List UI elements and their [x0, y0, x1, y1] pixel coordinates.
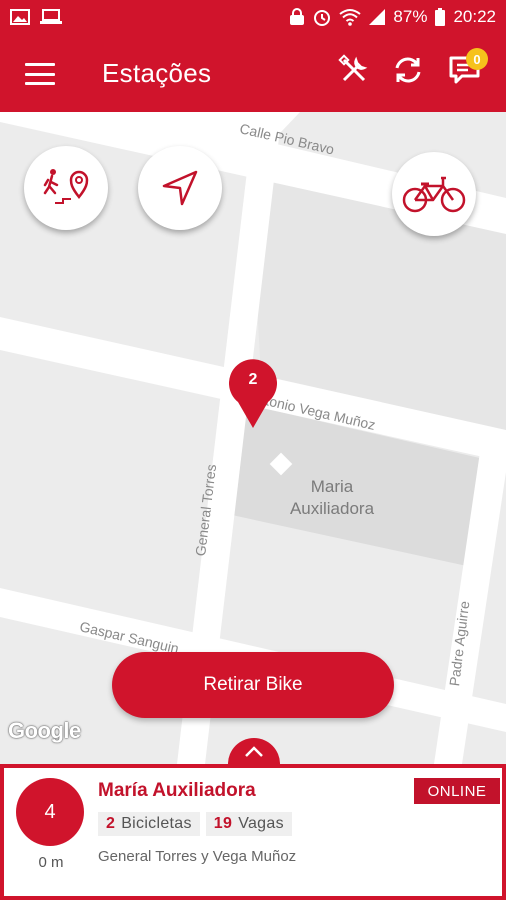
- map-pin-icon: [229, 359, 277, 428]
- notification-badge: 0: [466, 48, 488, 70]
- bikes-label: Bicicletas: [121, 815, 192, 832]
- gallery-icon: [10, 9, 30, 25]
- poi-label: Maria Auxiliadora: [289, 477, 375, 518]
- refresh-icon[interactable]: [390, 52, 426, 88]
- station-marker[interactable]: 2: [229, 358, 277, 428]
- slots-count: 19: [213, 815, 233, 832]
- bikes-circle: 4: [16, 778, 84, 846]
- marker-count: 2: [248, 371, 258, 388]
- lock-icon: [290, 8, 305, 25]
- status-badge: ONLINE: [414, 778, 500, 804]
- bikes-count: 2: [106, 815, 116, 832]
- app-bar: Estações 0: [0, 34, 506, 112]
- page-title: Estações: [102, 58, 212, 88]
- wifi-icon: [339, 9, 362, 26]
- bikes-stat: 2 Bicicletas: [98, 812, 200, 836]
- alarm-icon: [314, 10, 331, 26]
- menu-icon[interactable]: [25, 63, 55, 85]
- chevron-up-icon: [245, 746, 263, 757]
- slots-label: Vagas: [238, 815, 284, 832]
- battery-icon: [435, 8, 446, 26]
- status-bar: 87% 20:22: [0, 0, 506, 34]
- laptop-icon: [40, 9, 62, 24]
- bicycle-icon: [402, 176, 466, 213]
- tools-icon[interactable]: [336, 52, 372, 88]
- bike-button[interactable]: [392, 152, 476, 236]
- walk-to-location-icon: [43, 169, 89, 204]
- my-location-button[interactable]: [138, 146, 222, 230]
- station-address: General Torres y Vega Muñoz: [98, 848, 297, 865]
- messages-icon[interactable]: 0: [448, 48, 488, 88]
- station-stats: 2 Bicicletas 19 Vagas: [98, 812, 292, 836]
- retirar-bike-button[interactable]: Retirar Bike: [112, 652, 394, 718]
- station-card[interactable]: 4 0 m María Auxiliadora ONLINE 2 Biciclet…: [0, 764, 506, 900]
- station-distance: 0 m: [38, 854, 64, 871]
- walk-route-button[interactable]: [24, 146, 108, 230]
- signal-icon: [369, 9, 386, 25]
- clock-time: 20:22: [453, 7, 496, 26]
- google-logo: Google: [8, 718, 81, 743]
- map-view[interactable]: Calle Pio Bravo tonio Vega Muñoz General…: [0, 112, 506, 764]
- battery-percent: 87%: [393, 7, 428, 26]
- navigation-arrow-icon: [162, 170, 198, 206]
- station-name: María Auxiliadora: [98, 780, 256, 801]
- slots-stat: 19 Vagas: [205, 812, 292, 836]
